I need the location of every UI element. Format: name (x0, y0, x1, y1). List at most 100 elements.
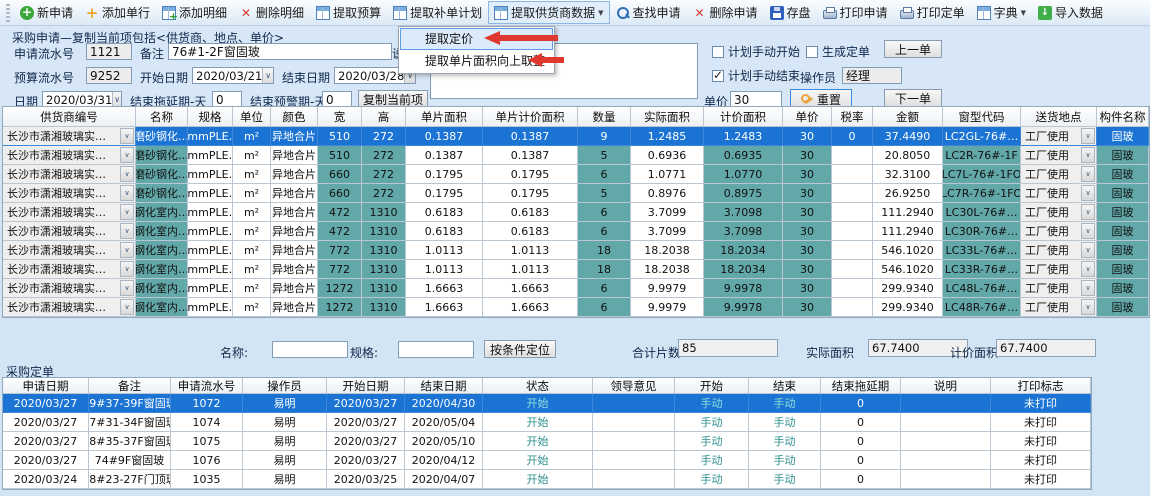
table-cell[interactable] (832, 298, 873, 317)
table-cell[interactable]: 长沙市潇湘玻璃实… (3, 165, 136, 184)
table-cell[interactable]: 长沙市潇湘玻璃实… (3, 298, 136, 317)
table-cell[interactable]: 开始 (483, 470, 593, 489)
table-cell[interactable]: 30 (783, 203, 832, 222)
table-cell[interactable]: 2020/03/27 (327, 394, 405, 413)
table-cell[interactable]: 2020/03/27 (327, 413, 405, 432)
table-row[interactable]: 长沙市潇湘玻璃实…钢化室内…6mmPLE…m²异地合片77213101.0113… (3, 260, 1149, 279)
generate-order-field[interactable]: 生成定单 (806, 43, 870, 60)
table-cell[interactable]: 固玻 (1097, 260, 1149, 279)
table-cell[interactable]: 1.6663 (406, 279, 483, 298)
table-cell[interactable]: 30 (783, 241, 832, 260)
table-cell[interactable]: 钢化室内… (136, 279, 188, 298)
table-cell[interactable]: 易明 (243, 451, 327, 470)
table-cell[interactable]: 0.8976 (631, 184, 704, 203)
table-cell[interactable]: 472 (318, 222, 362, 241)
table-cell[interactable]: 660 (318, 165, 362, 184)
add-single-row-button[interactable]: 添加单行 (79, 1, 156, 24)
table-cell[interactable]: 固玻 (1097, 127, 1149, 146)
chevron-down-icon[interactable] (1081, 299, 1095, 315)
chevron-down-icon[interactable] (1081, 185, 1095, 201)
chevron-down-icon[interactable] (120, 280, 134, 296)
table-cell[interactable]: 工厂使用 (1021, 165, 1097, 184)
table-cell[interactable] (901, 413, 991, 432)
table-cell[interactable]: 磨砂钢化… (136, 165, 188, 184)
table-cell[interactable]: 6mmPLE… (188, 260, 233, 279)
column-header[interactable]: 领导意见 (593, 378, 675, 394)
chevron-down-icon[interactable] (1081, 147, 1095, 163)
table-cell[interactable]: 长沙市潇湘玻璃实… (3, 203, 136, 222)
table-cell[interactable]: 手动 (675, 470, 749, 489)
table-row[interactable]: 2020/03/2789#37-39F窗固玻1072易明2020/03/2720… (3, 394, 1091, 413)
table-cell[interactable]: 0 (821, 413, 901, 432)
table-cell[interactable]: 易明 (243, 394, 327, 413)
table-cell[interactable]: 开始 (483, 432, 593, 451)
table-cell[interactable]: 2020/03/24 (3, 470, 89, 489)
table-cell[interactable]: 磨砂钢化… (136, 184, 188, 203)
table-cell[interactable]: 异地合片 (271, 203, 318, 222)
table-cell[interactable]: 手动 (675, 413, 749, 432)
table-cell[interactable]: 异地合片 (271, 260, 318, 279)
table-cell[interactable] (832, 222, 873, 241)
column-header[interactable]: 数量 (578, 107, 631, 127)
table-cell[interactable]: 0 (821, 432, 901, 451)
table-cell[interactable]: 1.0771 (631, 165, 704, 184)
column-header[interactable]: 说明 (901, 378, 991, 394)
chevron-down-icon[interactable] (120, 261, 134, 277)
table-cell[interactable]: 1.6663 (406, 298, 483, 317)
table-cell[interactable]: 0 (821, 470, 901, 489)
table-cell[interactable]: 74#9F窗固玻 (89, 451, 171, 470)
table-row[interactable]: 长沙市潇湘玻璃实…钢化室内…6mmPLE…m²异地合片77213101.0113… (3, 241, 1149, 260)
table-cell[interactable]: 6 (578, 203, 631, 222)
table-cell[interactable] (832, 146, 873, 165)
table-cell[interactable]: 0.1387 (483, 127, 578, 146)
column-header[interactable]: 申请流水号 (171, 378, 243, 394)
table-cell[interactable]: 长沙市潇湘玻璃实… (3, 222, 136, 241)
table-cell[interactable]: 1.0113 (406, 241, 483, 260)
table-cell[interactable]: LC33R-76#… (943, 260, 1021, 279)
table-cell[interactable]: m² (233, 146, 271, 165)
table-cell[interactable]: 异地合片 (271, 298, 318, 317)
table-cell[interactable]: 18 (578, 260, 631, 279)
table-cell[interactable]: 111.2940 (873, 222, 943, 241)
table-cell[interactable]: 0.6183 (406, 203, 483, 222)
table-cell[interactable]: LC48R-76#… (943, 298, 1021, 317)
chevron-down-icon[interactable] (1081, 204, 1095, 220)
table-cell[interactable]: 长沙市潇湘玻璃实… (3, 279, 136, 298)
table-cell[interactable]: LC33L-76#… (943, 241, 1021, 260)
table-cell[interactable]: 6 (578, 279, 631, 298)
new-application-button[interactable]: 新申请 (14, 1, 79, 24)
table-cell[interactable]: 0.1387 (483, 146, 578, 165)
table-cell[interactable]: 3.7098 (704, 222, 783, 241)
table-cell[interactable]: m² (233, 298, 271, 317)
extract-supplier-data-button[interactable]: 提取供货商数据 (488, 1, 609, 24)
table-cell[interactable]: 472 (318, 203, 362, 222)
table-cell[interactable] (832, 165, 873, 184)
table-cell[interactable]: 未打印 (991, 470, 1091, 489)
import-data-button[interactable]: 导入数据 (1032, 1, 1109, 24)
table-cell[interactable]: 磨砂钢化… (136, 127, 188, 146)
table-cell[interactable]: 工厂使用 (1021, 127, 1097, 146)
locate-by-condition-button[interactable]: 按条件定位 (484, 340, 556, 358)
table-row[interactable]: 2020/03/2774#9F窗固玻1076易明2020/03/272020/0… (3, 451, 1091, 470)
table-cell[interactable]: 772 (318, 260, 362, 279)
table-cell[interactable]: 固玻 (1097, 298, 1149, 317)
column-header[interactable]: 备注 (89, 378, 171, 394)
table-cell[interactable]: 1.0113 (406, 260, 483, 279)
table-cell[interactable]: 钢化室内… (136, 203, 188, 222)
table-cell[interactable]: 3.7099 (631, 203, 704, 222)
plan-manual-start-checkbox[interactable] (712, 46, 724, 58)
add-detail-button[interactable]: 添加明细 (156, 1, 233, 24)
table-cell[interactable]: 易明 (243, 413, 327, 432)
table-cell[interactable]: 510 (318, 146, 362, 165)
table-cell[interactable]: m² (233, 165, 271, 184)
table-cell[interactable]: 299.9340 (873, 279, 943, 298)
table-cell[interactable]: 异地合片 (271, 146, 318, 165)
table-cell[interactable]: 未打印 (991, 451, 1091, 470)
table-cell[interactable]: 固玻 (1097, 279, 1149, 298)
column-header[interactable]: 结束日期 (405, 378, 483, 394)
delete-application-button[interactable]: 删除申请 (687, 1, 764, 24)
table-cell[interactable]: 6mmPLE… (188, 222, 233, 241)
table-cell[interactable]: 开始 (483, 394, 593, 413)
table-cell[interactable]: 0.1795 (406, 165, 483, 184)
table-cell[interactable] (832, 184, 873, 203)
